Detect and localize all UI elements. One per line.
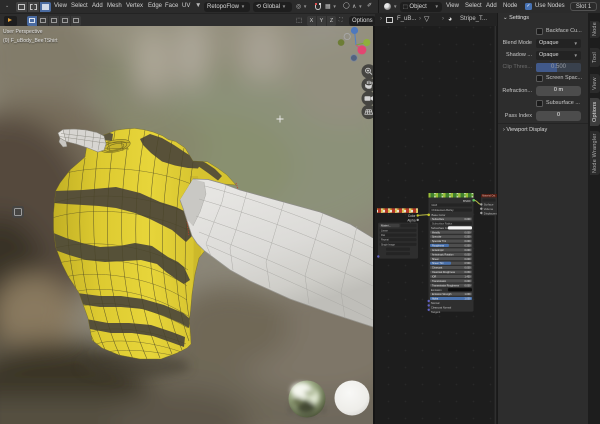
svg-text:0.000: 0.000 [465, 240, 472, 243]
svg-text:Subsurface Radius: Subsurface Radius [432, 222, 453, 225]
svg-text:Specular Tint: Specular Tint [432, 240, 446, 243]
svg-text:Single Image: Single Image [381, 243, 396, 246]
svg-text:Christensen-Burley: Christensen-Burley [432, 208, 455, 212]
svg-text:Subsurface: Subsurface [432, 218, 445, 221]
svg-text:0.000: 0.000 [465, 218, 472, 221]
svg-text:Transmission Roughness: Transmission Roughness [432, 284, 460, 287]
svg-text:Specular: Specular [432, 236, 442, 239]
svg-text:0.500: 0.500 [465, 262, 472, 265]
svg-text:BSDF: BSDF [463, 199, 471, 203]
svg-text:IOR: IOR [432, 275, 437, 278]
svg-text:GGX: GGX [432, 203, 438, 207]
svg-text:0.000: 0.000 [465, 258, 472, 261]
svg-text:Anisotropic: Anisotropic [432, 249, 445, 252]
svg-text:Emission: Emission [431, 288, 442, 292]
svg-text:0.000: 0.000 [465, 284, 472, 287]
svg-text:Tangent: Tangent [431, 310, 441, 314]
svg-text:0.000: 0.000 [465, 249, 472, 252]
svg-text:Material Out: Material Out [482, 195, 495, 198]
svg-text:Roughness: Roughness [432, 245, 445, 248]
svg-text:0.500: 0.500 [465, 236, 472, 239]
svg-text:Clearcoat Normal: Clearcoat Normal [431, 306, 452, 310]
svg-text:Alpha: Alpha [407, 218, 415, 222]
svg-text:Alpha: Alpha [432, 298, 439, 301]
svg-text:0.500: 0.500 [465, 245, 472, 248]
svg-text:Materi...: Materi... [381, 224, 391, 228]
svg-text:Linear: Linear [381, 229, 388, 232]
svg-text:0.000: 0.000 [465, 231, 472, 234]
svg-text:0.000: 0.000 [465, 253, 472, 256]
svg-text:0.030: 0.030 [465, 271, 472, 274]
svg-text:Repeat: Repeat [381, 239, 389, 242]
svg-text:Emission Strength: Emission Strength [432, 293, 452, 296]
svg-text:Normal: Normal [431, 301, 440, 305]
svg-text:Metallic: Metallic [432, 231, 441, 234]
svg-text:Transmission: Transmission [432, 280, 447, 283]
svg-text:1.000: 1.000 [465, 298, 472, 301]
svg-text:1.450: 1.450 [465, 275, 472, 278]
svg-text:Clearcoat Roughness: Clearcoat Roughness [432, 271, 456, 274]
svg-text:Base Color: Base Color [432, 213, 446, 217]
svg-text:Anisotropic Rotation: Anisotropic Rotation [432, 253, 454, 256]
svg-text:0.000: 0.000 [465, 280, 472, 283]
svg-text:Sheen: Sheen [432, 258, 440, 261]
svg-text:Sheen Tint: Sheen Tint [432, 262, 444, 265]
svg-text:Clearcoat: Clearcoat [432, 267, 443, 270]
svg-text:Flat: Flat [381, 234, 385, 237]
svg-text:0.000: 0.000 [465, 267, 472, 270]
svg-text:Displacem...: Displacem... [484, 211, 497, 215]
svg-text:1.000: 1.000 [465, 293, 472, 296]
